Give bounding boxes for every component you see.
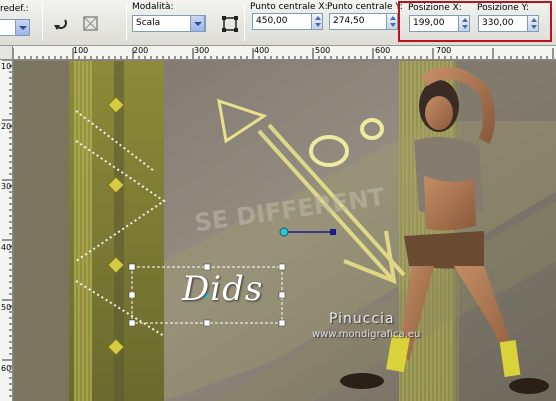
ruler-label: 400 [1,243,12,252]
image-canvas[interactable]: SE DIFFERENT Dids Pinuccia www.mondigraf… [14,61,556,401]
ruler-ticks [13,48,554,59]
rotation-pivot [279,227,289,237]
ruler-label: 300 [1,182,12,191]
preset-dropdown-arrow[interactable] [15,19,30,36]
center-y-input[interactable]: 274,50 [329,13,387,30]
left-grunge [14,61,74,401]
ruler-label: 600 [375,46,391,55]
undo-arrow-icon [54,19,67,30]
artwork [14,61,556,401]
ruler-label: 100 [73,46,89,55]
ruler-ticks [2,60,12,397]
ruler-label: 100 [1,62,12,71]
preset-label: redef.: [0,4,29,14]
center-x-spinner[interactable] [311,13,323,30]
watermark-site: www.mondigrafica.eu [312,329,421,340]
mode-label: Modalità: [132,2,174,12]
ruler-label: 200 [1,122,12,131]
horizontal-ruler[interactable]: 100 200 300 400 500 600 700 [13,46,556,60]
deform-icon [83,16,98,31]
ruler-label: 500 [315,46,331,55]
mode-dropdown-arrow[interactable] [190,15,205,32]
ruler-label: 700 [436,46,452,55]
ruler-label: 600 [1,364,12,373]
ruler-label: 300 [194,46,210,55]
position-y-label: Posizione Y: [477,3,529,13]
position-x-spinner[interactable] [458,15,470,32]
deform-button[interactable] [80,13,100,33]
tool-options-bar: redef.: Modalità: Scala Punto centrale X… [0,0,556,46]
bounding-box-icon [222,16,238,32]
position-y-spinner[interactable] [527,15,539,32]
ruler-corner [0,46,13,60]
ruler-label: 200 [133,46,149,55]
center-y-spinner[interactable] [386,13,398,30]
center-y-label: Punto centrale Y: [327,2,403,12]
ruler-label: 400 [254,46,270,55]
center-x-label: Punto centrale X: [250,2,328,12]
position-y-input[interactable]: 330,00 [478,15,528,32]
rotation-handle [330,229,336,235]
reset-button[interactable] [50,13,70,33]
center-x-input[interactable]: 450,00 [252,13,312,30]
vertical-ruler[interactable]: 100 200 300 400 500 600 [0,60,13,401]
ruler-label: 500 [1,303,12,312]
decorative-title: Dids [182,269,264,309]
position-x-label: Posizione X: [408,3,462,13]
position-x-input[interactable]: 199,00 [409,15,459,32]
transform-box-button[interactable] [219,13,239,33]
watermark-name: Pinuccia [329,311,395,327]
